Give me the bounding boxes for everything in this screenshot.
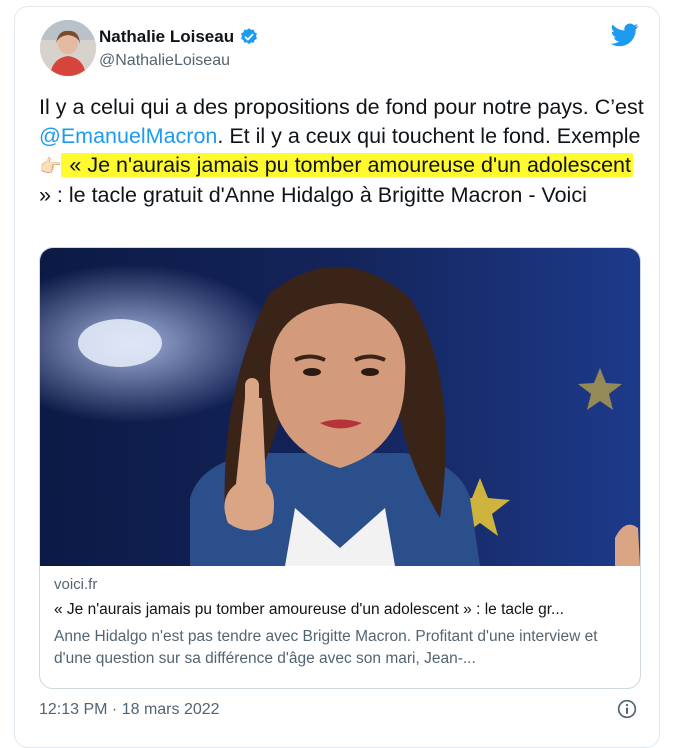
tweet-text: Il y a celui qui a des propositions de f… bbox=[39, 93, 647, 210]
mention-link[interactable]: @EmanuelMacron bbox=[39, 124, 217, 148]
pointing-hand-emoji: 👉🏻 bbox=[39, 156, 62, 176]
author-handle[interactable]: @NathalieLoiseau bbox=[99, 52, 230, 70]
avatar[interactable] bbox=[40, 20, 96, 76]
highlighted-quote: « Je n'aurais jamais pu tomber amoureuse… bbox=[61, 153, 633, 177]
author-display-name[interactable]: Nathalie Loiseau bbox=[99, 27, 234, 47]
info-icon[interactable] bbox=[617, 699, 637, 719]
tweet-text-part: . Et il y a ceux qui touchent le fond. E… bbox=[217, 124, 641, 148]
tweet-text-part: Il y a celui qui a des propositions de f… bbox=[39, 95, 644, 119]
link-preview-card[interactable]: voici.fr « Je n'aurais jamais pu tomber … bbox=[39, 247, 641, 689]
link-preview-image[interactable] bbox=[40, 248, 640, 566]
tweet-text-part: » : le tacle gratuit d'Anne Hidalgo à Br… bbox=[39, 183, 587, 207]
tweet-timestamp[interactable]: 12:13 PM · 18 mars 2022 bbox=[39, 701, 220, 719]
link-description: Anne Hidalgo n'est pas tendre avec Brigi… bbox=[54, 628, 598, 667]
twitter-bird-icon[interactable] bbox=[611, 23, 639, 47]
verified-badge-icon bbox=[241, 28, 257, 45]
link-domain: voici.fr bbox=[54, 576, 98, 593]
link-title: « Je n'aurais jamais pu tomber amoureuse… bbox=[54, 601, 564, 618]
tweet-card: Nathalie Loiseau @NathalieLoiseau Il y a… bbox=[14, 6, 660, 748]
